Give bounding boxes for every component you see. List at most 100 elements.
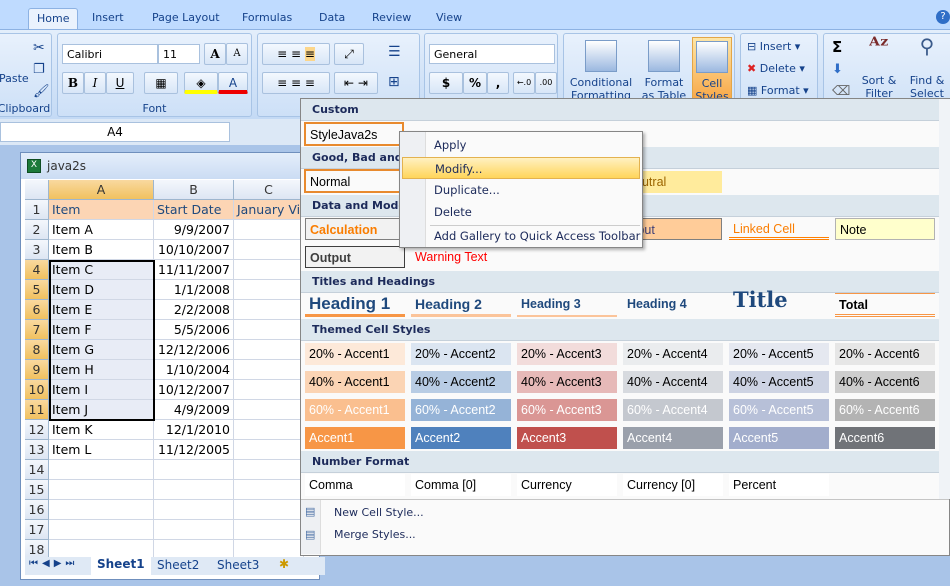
- cell[interactable]: [154, 520, 234, 540]
- comma-button[interactable]: ,: [487, 72, 509, 94]
- row-header[interactable]: 13: [25, 440, 49, 460]
- cell[interactable]: [234, 280, 304, 300]
- row-header[interactable]: 1: [25, 200, 49, 220]
- menu-item-apply[interactable]: Apply: [434, 134, 466, 156]
- cell[interactable]: Item H: [49, 360, 154, 380]
- menu-item-add-gallery-qat[interactable]: Add Gallery to Quick Access Toolbar: [434, 225, 640, 247]
- style-60-accent5[interactable]: 60% - Accent5: [729, 399, 829, 421]
- style-20-accent3[interactable]: 20% - Accent3: [517, 343, 617, 365]
- style-comma[interactable]: Comma: [305, 474, 405, 496]
- cell[interactable]: [234, 460, 304, 480]
- gallery-scrollbar[interactable]: [939, 99, 950, 499]
- paste-button[interactable]: Paste: [0, 72, 29, 85]
- style-60-accent3[interactable]: 60% - Accent3: [517, 399, 617, 421]
- tab-view[interactable]: View: [428, 8, 470, 30]
- shrink-font-button[interactable]: A: [226, 43, 248, 65]
- currency-button[interactable]: $: [429, 72, 463, 94]
- decrease-decimal-button[interactable]: .00: [535, 72, 557, 94]
- autosum-button[interactable]: Σ: [832, 38, 842, 56]
- menu-item-delete[interactable]: Delete: [434, 201, 472, 223]
- cell[interactable]: 5/5/2006: [154, 320, 234, 340]
- cell[interactable]: [234, 380, 304, 400]
- sort-filter-button[interactable]: ᴬᶻ Sort & Filter: [856, 35, 902, 100]
- name-box[interactable]: A4: [0, 122, 230, 142]
- cell[interactable]: [234, 340, 304, 360]
- cell[interactable]: [154, 460, 234, 480]
- row-header[interactable]: 2: [25, 220, 49, 240]
- find-select-button[interactable]: ⚲ Find & Select: [904, 36, 950, 100]
- style-accent3[interactable]: Accent3: [517, 427, 617, 449]
- row-header[interactable]: 5: [25, 280, 49, 300]
- row-header[interactable]: 3: [25, 240, 49, 260]
- cell[interactable]: 2/2/2008: [154, 300, 234, 320]
- row-header[interactable]: 15: [25, 480, 49, 500]
- style-comma-0-[interactable]: Comma [0]: [411, 474, 511, 496]
- borders-button[interactable]: ▦: [144, 72, 178, 94]
- cell[interactable]: Item J: [49, 400, 154, 420]
- font-name-select[interactable]: Calibri: [62, 44, 158, 64]
- copy-icon[interactable]: ❐: [33, 62, 45, 77]
- cell-styles-button[interactable]: Cell Styles: [692, 37, 732, 103]
- style-heading-1[interactable]: Heading 1: [305, 293, 405, 317]
- merge-center-icon[interactable]: ⊞: [388, 74, 400, 90]
- column-header-C[interactable]: C: [234, 180, 304, 200]
- font-size-select[interactable]: 11: [158, 44, 200, 64]
- style-total[interactable]: Total: [835, 293, 935, 317]
- merge-styles-menu-item[interactable]: Merge Styles...: [334, 528, 416, 541]
- cell[interactable]: Item A: [49, 220, 154, 240]
- row-header[interactable]: 9: [25, 360, 49, 380]
- style-40-accent6[interactable]: 40% - Accent6: [835, 371, 935, 393]
- tab-data[interactable]: Data: [311, 8, 353, 30]
- cell[interactable]: 10/12/2007: [154, 380, 234, 400]
- cell[interactable]: [234, 480, 304, 500]
- cell[interactable]: 10/10/2007: [154, 240, 234, 260]
- style-20-accent2[interactable]: 20% - Accent2: [411, 343, 511, 365]
- style-60-accent2[interactable]: 60% - Accent2: [411, 399, 511, 421]
- style-accent2[interactable]: Accent2: [411, 427, 511, 449]
- cell[interactable]: [234, 400, 304, 420]
- fill-color-button[interactable]: ◈: [184, 72, 218, 94]
- cell[interactable]: January Vi: [234, 200, 304, 220]
- font-color-button[interactable]: A: [218, 72, 248, 94]
- wrap-text-icon[interactable]: ☰: [388, 44, 401, 60]
- cell[interactable]: Start Date: [154, 200, 234, 220]
- conditional-formatting-button[interactable]: Conditional Formatting: [566, 40, 636, 102]
- tab-home[interactable]: Home: [28, 8, 79, 30]
- column-header-A[interactable]: A: [49, 180, 154, 200]
- bold-button[interactable]: B: [62, 72, 84, 94]
- cell[interactable]: [49, 480, 154, 500]
- select-all-corner[interactable]: [25, 180, 49, 200]
- cell[interactable]: [234, 360, 304, 380]
- cell[interactable]: Item B: [49, 240, 154, 260]
- style-currency[interactable]: Currency: [517, 474, 617, 496]
- row-header[interactable]: 17: [25, 520, 49, 540]
- cell[interactable]: [234, 220, 304, 240]
- row-header[interactable]: 8: [25, 340, 49, 360]
- style-normal[interactable]: Normal: [304, 169, 404, 193]
- style-heading-4[interactable]: Heading 4: [623, 293, 723, 317]
- style-20-accent5[interactable]: 20% - Accent5: [729, 343, 829, 365]
- cell[interactable]: 11/12/2005: [154, 440, 234, 460]
- help-icon[interactable]: ?: [936, 10, 950, 24]
- style-40-accent2[interactable]: 40% - Accent2: [411, 371, 511, 393]
- style-heading-3[interactable]: Heading 3: [517, 293, 617, 317]
- cell[interactable]: 1/1/2008: [154, 280, 234, 300]
- row-header[interactable]: 4: [25, 260, 49, 280]
- grow-font-button[interactable]: A: [204, 43, 226, 65]
- cell[interactable]: Item L: [49, 440, 154, 460]
- style-60-accent6[interactable]: 60% - Accent6: [835, 399, 935, 421]
- cell[interactable]: [234, 420, 304, 440]
- sheet-nav-arrows[interactable]: ⏮◀▶⏭: [29, 558, 78, 569]
- cell[interactable]: [234, 240, 304, 260]
- insert-sheet-icon[interactable]: ✱: [279, 557, 289, 571]
- style-percent[interactable]: Percent: [729, 474, 829, 496]
- style-output[interactable]: Output: [305, 246, 405, 268]
- style-60-accent1[interactable]: 60% - Accent1: [305, 399, 405, 421]
- cell[interactable]: Item I: [49, 380, 154, 400]
- style-currency-0-[interactable]: Currency [0]: [623, 474, 723, 496]
- cell[interactable]: [154, 500, 234, 520]
- cell[interactable]: [49, 520, 154, 540]
- style-20-accent4[interactable]: 20% - Accent4: [623, 343, 723, 365]
- increase-decimal-button[interactable]: ←.0: [513, 72, 535, 94]
- cell[interactable]: 9/9/2007: [154, 220, 234, 240]
